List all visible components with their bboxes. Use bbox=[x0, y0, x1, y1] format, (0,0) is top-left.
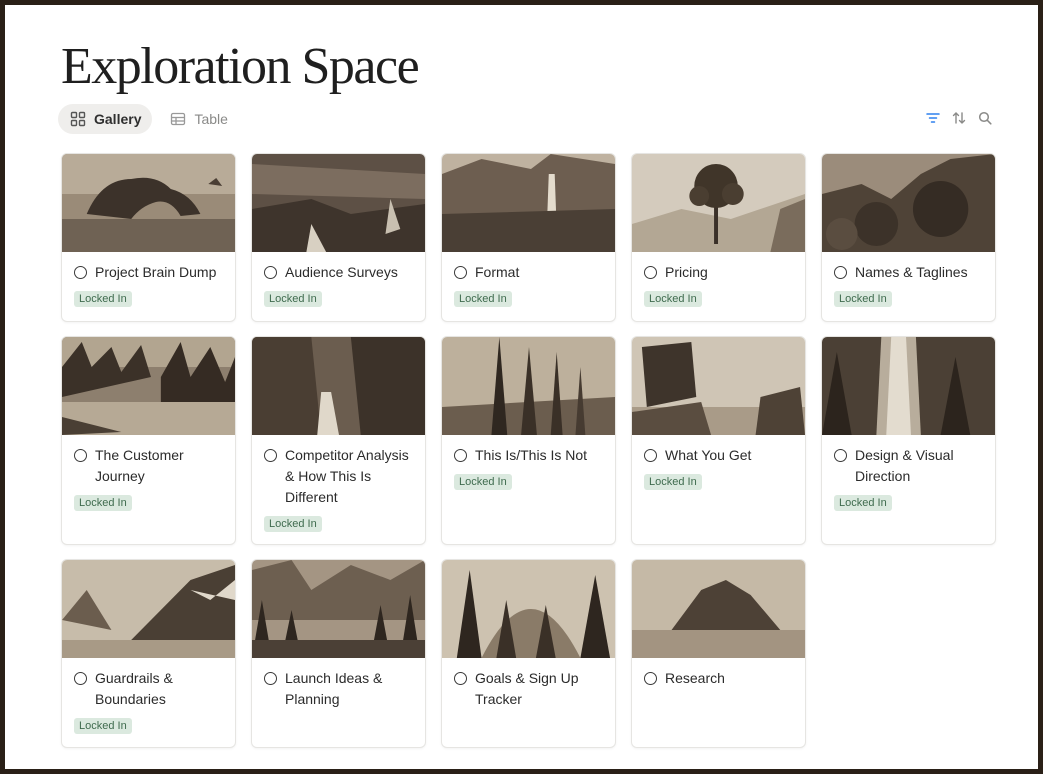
card-title: Audience Surveys bbox=[285, 264, 398, 280]
search-icon[interactable] bbox=[978, 111, 992, 125]
valley-photo bbox=[252, 560, 425, 658]
status-circle-icon[interactable] bbox=[644, 672, 657, 685]
status-badge: Locked In bbox=[834, 291, 892, 307]
status-badge: Locked In bbox=[74, 718, 132, 734]
status-circle-icon[interactable] bbox=[454, 266, 467, 279]
gallery-grid-icon bbox=[70, 111, 86, 127]
card-title: Pricing bbox=[665, 264, 708, 280]
tab-gallery-label: Gallery bbox=[94, 111, 142, 127]
status-badge: Locked In bbox=[644, 474, 702, 490]
card-title: Research bbox=[665, 670, 725, 686]
table-icon bbox=[170, 111, 186, 127]
gallery-card[interactable]: Design & Visual Direction Locked In bbox=[821, 336, 996, 545]
status-circle-icon[interactable] bbox=[264, 449, 277, 462]
status-badge: Locked In bbox=[454, 474, 512, 490]
canyon-falls-photo bbox=[252, 337, 425, 435]
card-title: Project Brain Dump bbox=[95, 264, 217, 280]
gallery-card[interactable]: Launch Ideas & Planning bbox=[251, 559, 426, 748]
status-badge: Locked In bbox=[74, 495, 132, 511]
page-frame: Exploration Space Gallery Table Project … bbox=[5, 5, 1038, 769]
card-title: Launch Ideas & Planning bbox=[285, 670, 383, 707]
tab-table[interactable]: Table bbox=[158, 104, 238, 134]
card-title: Names & Taglines bbox=[855, 264, 968, 280]
status-circle-icon[interactable] bbox=[74, 449, 87, 462]
status-badge: Locked In bbox=[834, 495, 892, 511]
status-circle-icon[interactable] bbox=[74, 672, 87, 685]
mountain-lake-photo bbox=[62, 560, 235, 658]
card-title: What You Get bbox=[665, 447, 752, 463]
gallery-card[interactable]: Audience Surveys Locked In bbox=[251, 153, 426, 322]
status-circle-icon[interactable] bbox=[834, 449, 847, 462]
card-title: Competitor Analysis & How This Is Differ… bbox=[285, 447, 409, 505]
forest-river-photo bbox=[62, 337, 235, 435]
status-badge: Locked In bbox=[644, 291, 702, 307]
butte-photo bbox=[632, 560, 805, 658]
joshua-tree-photo bbox=[632, 154, 805, 252]
status-badge: Locked In bbox=[264, 516, 322, 532]
status-circle-icon[interactable] bbox=[264, 672, 277, 685]
page-title: Exploration Space bbox=[61, 38, 420, 95]
status-circle-icon[interactable] bbox=[644, 449, 657, 462]
filter-icon[interactable] bbox=[926, 111, 940, 125]
gallery-card[interactable]: Competitor Analysis & How This Is Differ… bbox=[251, 336, 426, 545]
status-circle-icon[interactable] bbox=[644, 266, 657, 279]
forest-waterfall-photo bbox=[822, 337, 995, 435]
status-badge: Locked In bbox=[454, 291, 512, 307]
card-title: Goals & Sign Up Tracker bbox=[475, 670, 579, 707]
card-title: Design & Visual Direction bbox=[855, 447, 954, 484]
waterfall-cliff-photo bbox=[442, 154, 615, 252]
gallery-card[interactable]: Pricing Locked In bbox=[631, 153, 806, 322]
sort-icon[interactable] bbox=[952, 111, 966, 125]
status-circle-icon[interactable] bbox=[74, 266, 87, 279]
status-circle-icon[interactable] bbox=[454, 672, 467, 685]
gallery-card[interactable]: The Customer Journey Locked In bbox=[61, 336, 236, 545]
gallery-card[interactable]: Project Brain Dump Locked In bbox=[61, 153, 236, 322]
status-circle-icon[interactable] bbox=[454, 449, 467, 462]
status-badge: Locked In bbox=[74, 291, 132, 307]
status-badge: Locked In bbox=[264, 291, 322, 307]
tab-gallery[interactable]: Gallery bbox=[58, 104, 153, 134]
toolbar bbox=[926, 111, 992, 125]
card-title: The Customer Journey bbox=[95, 447, 184, 484]
gallery-card[interactable]: Guardrails & Boundaries Locked In bbox=[61, 559, 236, 748]
status-circle-icon[interactable] bbox=[834, 266, 847, 279]
view-switcher: Gallery Table bbox=[58, 104, 239, 134]
gallery-card[interactable]: Research bbox=[631, 559, 806, 748]
card-title: This Is/This Is Not bbox=[475, 447, 588, 463]
boulders-photo bbox=[822, 154, 995, 252]
gallery-card[interactable]: This Is/This Is Not Locked In bbox=[441, 336, 616, 545]
card-title: Format bbox=[475, 264, 520, 280]
rock-arch-photo bbox=[62, 154, 235, 252]
tall-pines-photo bbox=[442, 337, 615, 435]
status-circle-icon[interactable] bbox=[264, 266, 277, 279]
gallery-card[interactable]: Names & Taglines Locked In bbox=[821, 153, 996, 322]
dome-pines-photo bbox=[442, 560, 615, 658]
card-title: Guardrails & Boundaries bbox=[95, 670, 173, 707]
balanced-rock-photo bbox=[632, 337, 805, 435]
gallery-card[interactable]: What You Get Locked In bbox=[631, 336, 806, 545]
gallery-card[interactable]: Goals & Sign Up Tracker bbox=[441, 559, 616, 748]
gallery-grid: Project Brain Dump Locked In Audience Su… bbox=[61, 153, 996, 748]
gallery-card[interactable]: Format Locked In bbox=[441, 153, 616, 322]
tab-table-label: Table bbox=[194, 111, 228, 127]
cascade-photo bbox=[252, 154, 425, 252]
